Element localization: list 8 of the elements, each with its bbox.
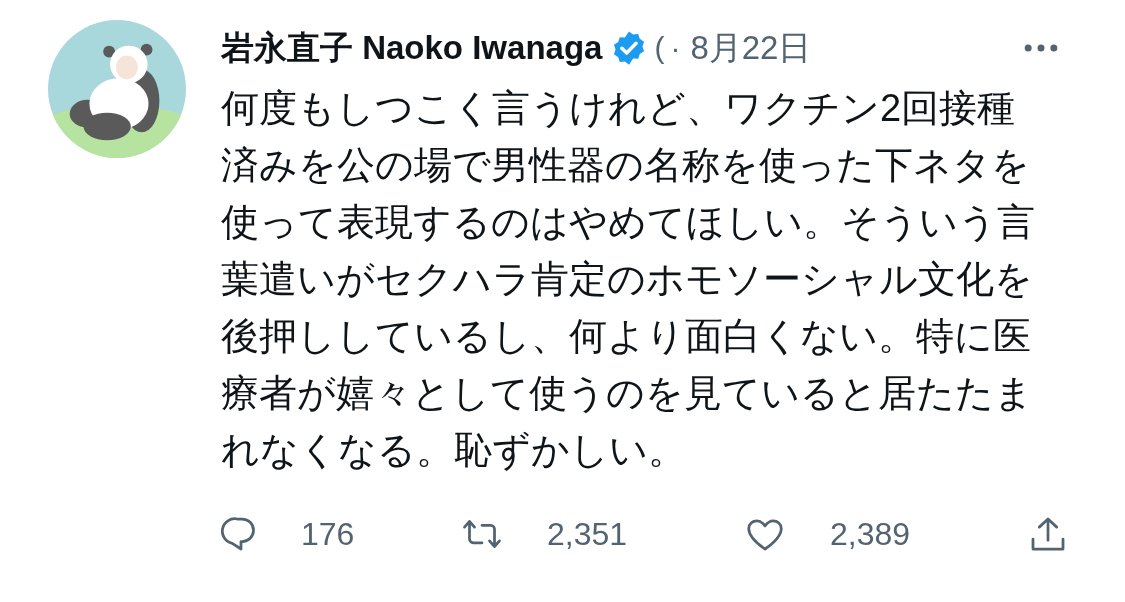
author-name[interactable]: 岩永直子 Naoko Iwanaga [221,25,603,71]
separator-dot: · [670,31,681,65]
timestamp[interactable]: 8月22日 [690,25,812,71]
tweet-text: 何度もしつこく言うけれど、ワクチン2回接種済みを公の場で男性器の名称を使った下ネタを使って表現するのはやめてほしい。そういう言葉遣いがセクハラ肯定のホモソーシャル文化を後押ししているし、何より面白くない。特に医療者が嬉々として使うのを見ていると居たたまれなくなる。恥ずかしい。 [221,86,1036,473]
handle-text[interactable]: ( [654,31,665,65]
reply-count: 176 [301,515,355,553]
retweet-count: 2,351 [547,515,628,553]
like-count: 2,389 [830,515,911,553]
